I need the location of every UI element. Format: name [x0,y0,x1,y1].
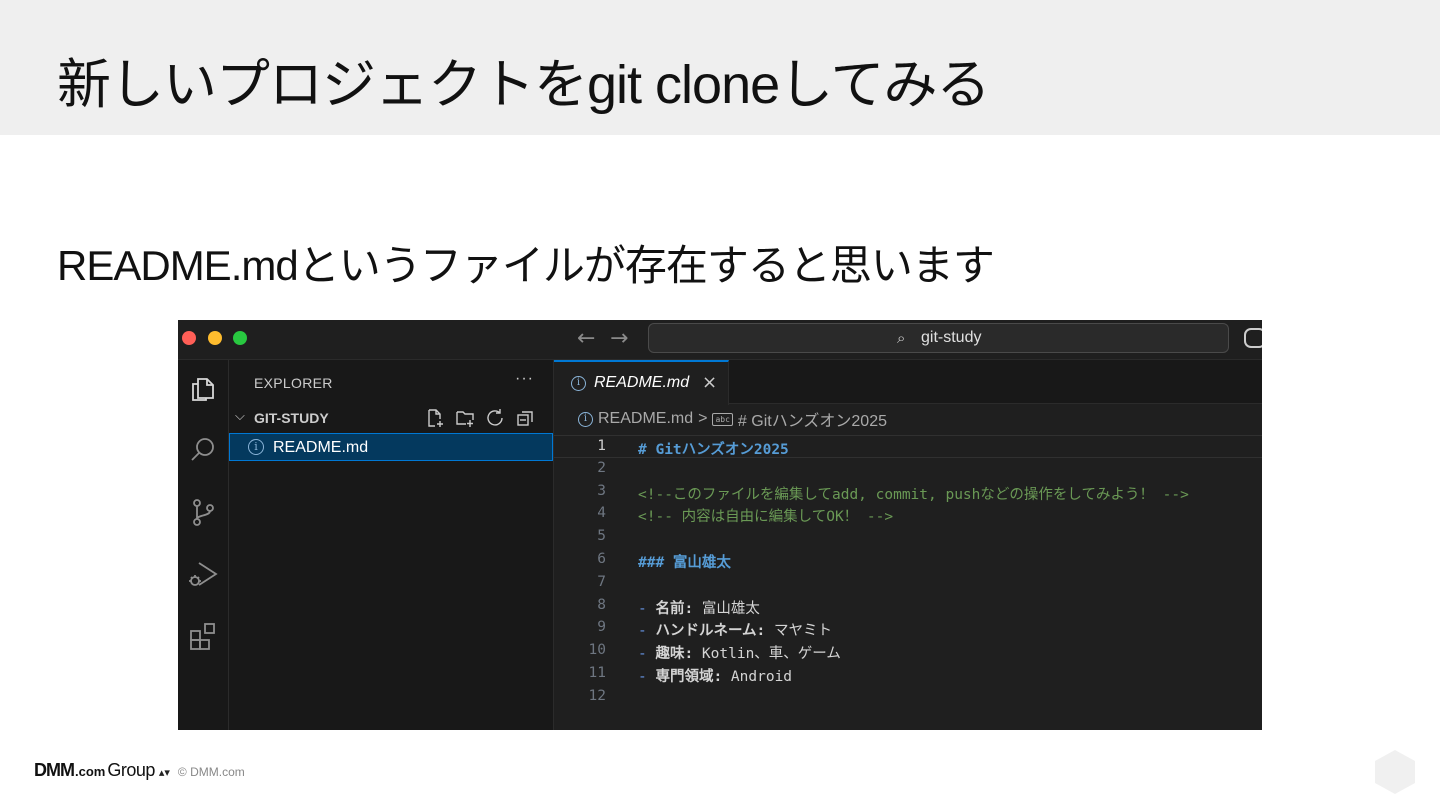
list-value: Kotlin、車、ゲーム [693,646,841,663]
line-number: 5 [597,528,606,545]
more-actions-icon[interactable]: ··· [515,370,534,388]
info-icon: i [578,411,593,427]
command-center-search[interactable]: ⌕ git-study [648,323,1229,353]
line-number: 6 [597,550,606,567]
folder-name: GIT-STUDY [254,410,329,426]
breadcrumb-file[interactable]: README.md [598,410,693,428]
command-center-text: git-study [921,329,982,346]
logo-mark-icon: ▴▾ [158,767,170,779]
info-icon: i [571,376,586,391]
code-line[interactable]: 3 <!--このファイルを編集してadd, commit, pushなどの操作をし… [554,481,1262,504]
code-line[interactable]: 6 ### 富山雄太 [554,549,1262,572]
slide-title: 新しいプロジェクトをgit cloneしてみる [57,55,991,115]
code-line[interactable]: 8 - 名前: 富山雄太 [554,595,1262,618]
logo-com: .com [75,764,106,779]
list-bullet: - [638,623,656,640]
copilot-icon[interactable] [1244,328,1262,348]
hexagon-decoration [1375,750,1415,794]
explorer-icon[interactable] [185,370,221,406]
line-number: 10 [588,642,606,659]
line-number: 12 [588,687,606,704]
tab-label: README.md [594,374,690,391]
list-key: ハンドルネーム: [655,623,766,640]
line-number: 7 [597,573,606,590]
new-folder-icon[interactable] [455,408,475,428]
slide: 新しいプロジェクトをgit cloneしてみる README.mdというファイル… [0,0,1440,810]
list-value: マヤミト [765,623,832,640]
minimize-window-button[interactable] [208,331,222,345]
line-text: <!--このファイルを編集してadd, commit, pushなどの操作をして… [638,486,1189,503]
code-line[interactable]: 2 [554,458,1262,481]
line-text: <!-- 内容は自由に編集してOK！ --> [638,509,894,526]
code-line[interactable]: 12 [554,686,1262,709]
code-line[interactable]: 11 - 専門領域: Android [554,663,1262,686]
list-key: 名前: [655,600,694,617]
line-text: - 専門領域: Android [638,665,792,686]
arrow-left-icon[interactable]: ← [577,326,595,351]
breadcrumb-separator: > [698,410,708,427]
line-number: 3 [597,482,606,499]
slide-subtitle: README.mdというファイルが存在すると思います [57,242,995,289]
line-text: - 趣味: Kotlin、車、ゲーム [638,642,841,663]
line-number: 9 [597,619,606,636]
tab-readme[interactable]: i README.md × [554,360,729,405]
chevron-down-icon[interactable]: ⌵ [235,408,245,424]
run-debug-icon[interactable] [185,556,221,592]
editor: i README.md × i README.md > abc # Gitハンズ… [554,360,1262,730]
breadcrumb: i README.md > abc # Gitハンズオン2025 [578,408,887,430]
footer-logo: DMM .com Group ▴▾ © DMM.com [34,760,245,781]
extensions-icon[interactable] [185,618,221,654]
close-window-button[interactable] [182,331,196,345]
logo-dmm: DMM [34,760,75,780]
list-bullet: - [638,668,656,685]
vscode-window: ← → ⌕ git-study EXPLORER ··· ⌵ GIT-STUDY… [178,320,1262,730]
line-number: 2 [597,459,606,476]
code-line[interactable]: 9 - ハンドルネーム: マヤミト [554,617,1262,640]
close-icon[interactable]: × [702,372,717,393]
line-number: 8 [597,596,606,613]
line-text: - 名前: 富山雄太 [638,597,760,618]
code-line[interactable]: 4 <!-- 内容は自由に編集してOK！ --> [554,503,1262,526]
code-line[interactable]: 7 [554,572,1262,595]
symbol-string-icon: abc [712,412,733,426]
breadcrumb-symbol[interactable]: # Gitハンズオン2025 [738,407,887,431]
explorer-title: EXPLORER [254,375,333,391]
list-value: 富山雄太 [693,600,760,617]
line-number: 1 [597,438,606,454]
search-icon[interactable] [185,432,221,468]
folder-actions [425,408,535,428]
tab-bar: i README.md × [554,360,1262,405]
titlebar: ← → ⌕ git-study [178,320,1262,360]
list-value: Android [722,668,793,685]
search-icon: ⌕ [897,329,906,347]
list-bullet: - [638,600,656,617]
list-bullet: - [638,646,656,663]
collapse-all-icon[interactable] [515,408,535,428]
refresh-icon[interactable] [485,408,505,428]
activity-bar [178,360,229,730]
code-line[interactable]: 5 [554,526,1262,549]
file-item-readme[interactable]: i README.md [229,433,553,461]
folder-row[interactable]: ⌵ GIT-STUDY [229,406,554,430]
list-key: 専門領域: [655,668,723,685]
explorer-sidebar: EXPLORER ··· ⌵ GIT-STUDY i README.md [229,360,554,730]
source-control-icon[interactable] [185,494,221,530]
logo-group: Group [107,760,155,780]
list-key: 趣味: [655,646,694,663]
maximize-window-button[interactable] [233,331,247,345]
arrow-right-icon[interactable]: → [610,326,628,351]
code-area[interactable]: 1 # Gitハンズオン2025 2 3 <!--このファイルを編集してadd, com… [554,435,1262,709]
line-number: 11 [588,664,606,681]
line-text: - ハンドルネーム: マヤミト [638,619,832,640]
line-text: # Gitハンズオン2025 [638,442,789,458]
line-number: 4 [597,505,606,522]
info-icon: i [248,439,264,455]
line-text: ### 富山雄太 [638,554,731,571]
code-line[interactable]: 1 # Gitハンズオン2025 [554,435,1262,458]
new-file-icon[interactable] [425,408,445,428]
copyright: © DMM.com [177,765,245,779]
file-name: README.md [273,439,369,456]
code-line[interactable]: 10 - 趣味: Kotlin、車、ゲーム [554,640,1262,663]
